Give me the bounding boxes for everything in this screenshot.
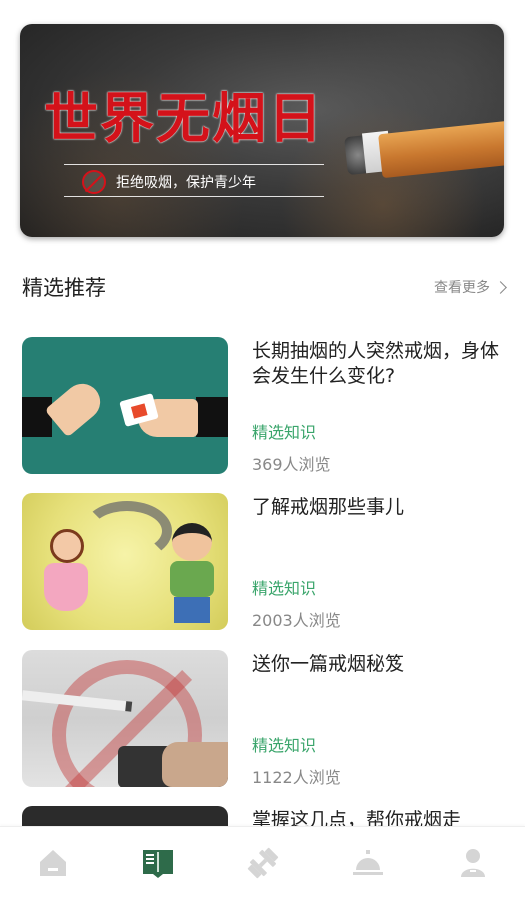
- article-item[interactable]: 长期抽烟的人突然戒烟，身体会发生什么变化? 精选知识 369人浏览: [22, 337, 505, 475]
- book-icon: [142, 849, 173, 878]
- chevron-right-icon: [494, 280, 507, 294]
- smoke-cloud: [82, 501, 172, 561]
- tab-service[interactable]: [338, 838, 398, 888]
- refusing-hand: [44, 376, 108, 438]
- girl-figure: [44, 563, 88, 611]
- article-title: 送你一篇戒烟秘笈: [252, 653, 405, 675]
- article-tag: 精选知识: [252, 579, 317, 598]
- sleeve-left: [22, 397, 52, 437]
- girl-head: [50, 529, 84, 563]
- banner-subtitle-row: 拒绝吸烟，保护青少年: [82, 170, 256, 194]
- sleeve-right: [196, 397, 228, 437]
- article-thumbnail: [22, 493, 228, 630]
- article-title: 长期抽烟的人突然戒烟，身体会发生什么变化?: [252, 340, 500, 387]
- person-icon: [460, 848, 485, 877]
- article-item[interactable]: 送你一篇戒烟秘笈 精选知识 1122人浏览: [22, 650, 505, 788]
- dumbbell-icon: [247, 847, 278, 878]
- tab-profile[interactable]: [443, 838, 503, 888]
- tab-knowledge[interactable]: [128, 838, 188, 888]
- article-tag: 精选知识: [252, 423, 317, 442]
- banner-subtitle: 拒绝吸烟，保护青少年: [116, 175, 256, 191]
- article-thumbnail: [22, 650, 228, 787]
- section-title: 精选推荐: [22, 276, 106, 300]
- no-smoking-icon: [82, 170, 106, 194]
- home-icon: [39, 849, 66, 876]
- service-bell-icon: [352, 849, 383, 875]
- tab-fitness[interactable]: [233, 838, 293, 888]
- view-more-link[interactable]: 查看更多: [434, 277, 507, 297]
- article-tag: 精选知识: [252, 736, 317, 755]
- hero-banner[interactable]: 世界无烟日 拒绝吸烟，保护青少年: [20, 24, 504, 237]
- article-views: 2003人浏览: [252, 611, 341, 630]
- article-thumbnail: [22, 337, 228, 474]
- boy-head: [172, 523, 212, 561]
- article-title: 了解戒烟那些事儿: [252, 496, 405, 518]
- bottom-tab-bar: [0, 826, 525, 904]
- tab-home[interactable]: [23, 838, 83, 888]
- article-views: 369人浏览: [252, 455, 331, 474]
- banner-divider-bottom: [64, 196, 324, 197]
- boy-figure: [170, 561, 214, 597]
- view-more-label: 查看更多: [434, 280, 490, 296]
- holding-hand: [162, 742, 228, 787]
- banner-divider: [64, 164, 324, 165]
- boy-legs: [174, 597, 210, 623]
- article-views: 1122人浏览: [252, 768, 341, 787]
- article-item[interactable]: 了解戒烟那些事儿 精选知识 2003人浏览: [22, 493, 505, 631]
- banner-title: 世界无烟日: [44, 87, 324, 150]
